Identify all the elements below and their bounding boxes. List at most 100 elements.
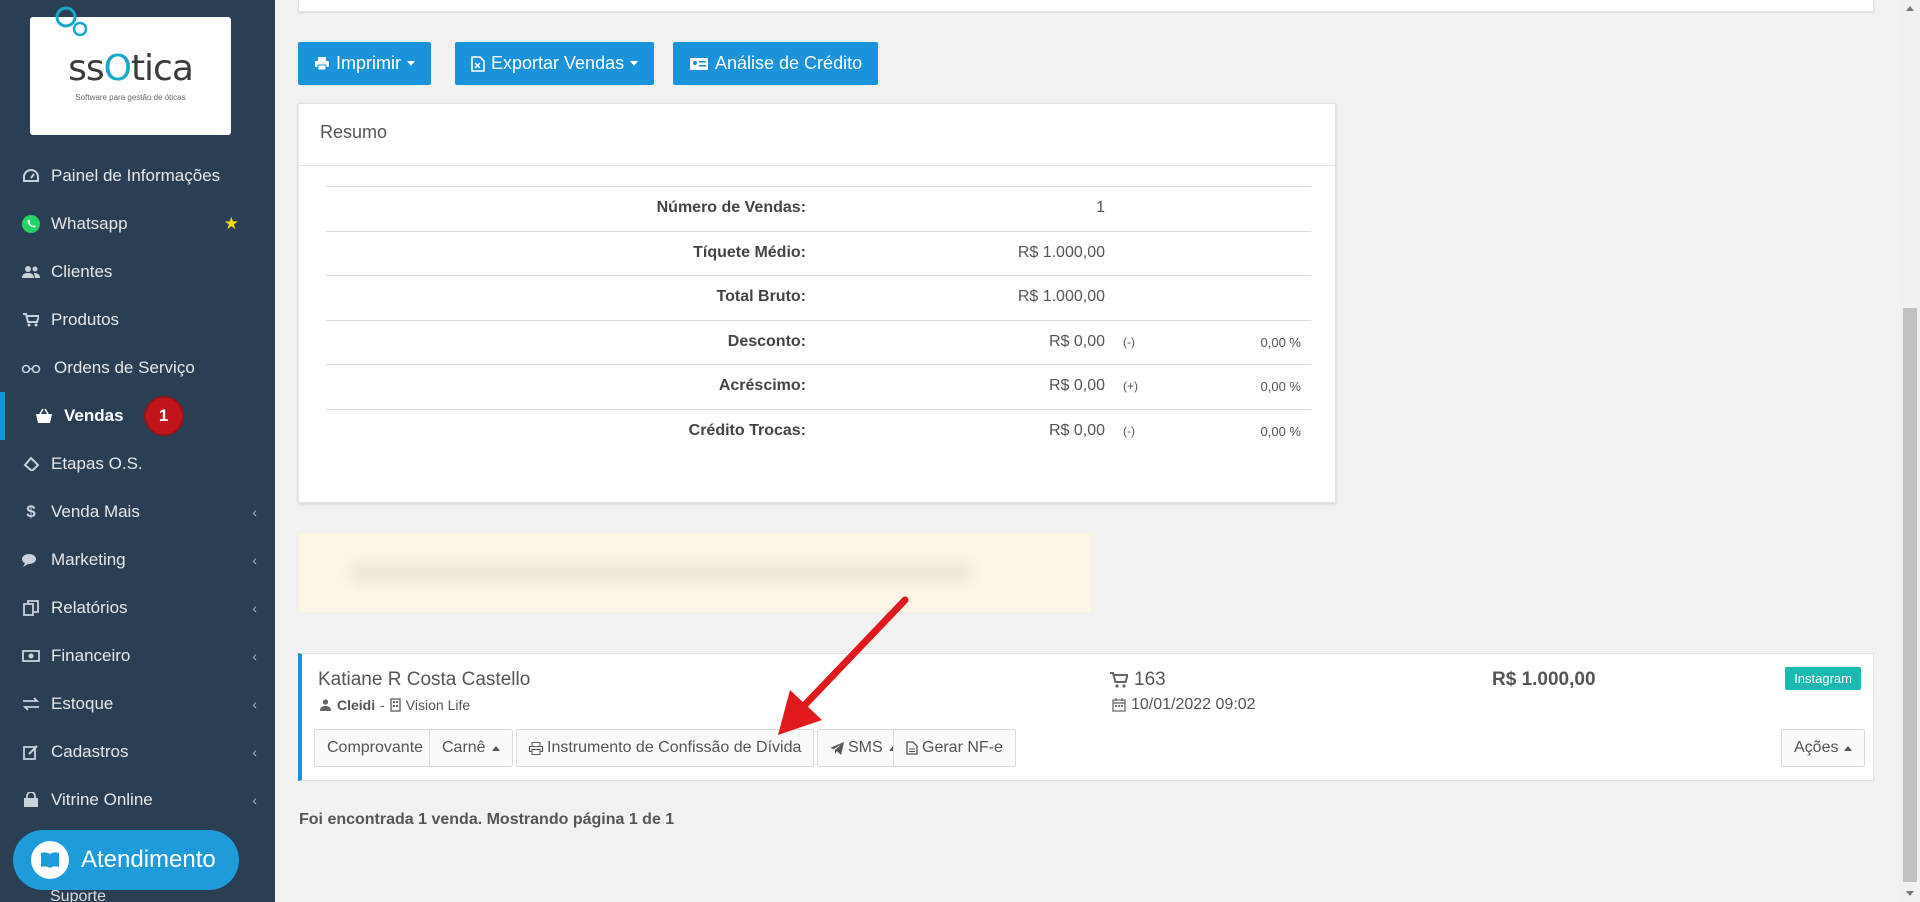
atendimento-label: Atendimento — [81, 846, 216, 873]
sidebar-item-label: Whatsapp — [51, 214, 128, 233]
chevron-left-icon: ‹ — [252, 792, 257, 808]
chat-icon — [20, 549, 42, 571]
dollar-icon: $ — [26, 502, 36, 521]
users-icon — [20, 261, 42, 283]
venda-data: 10/01/2022 09:02 — [1112, 696, 1256, 714]
sidebar-item-painel[interactable]: Painel de Informações — [0, 152, 275, 200]
row-value: R$ 1.000,00 — [1017, 243, 1105, 261]
whatsapp-icon — [20, 213, 42, 235]
scroll-down-icon[interactable] — [1906, 891, 1914, 896]
user-icon — [320, 699, 331, 711]
row-percent: 0,00 % — [1260, 379, 1301, 394]
row-value: R$ 0,00 — [1048, 332, 1105, 350]
venda-data-value: 10/01/2022 09:02 — [1131, 696, 1256, 713]
imprimir-label: Imprimir — [336, 53, 401, 73]
row-label: Crédito Trocas: — [688, 421, 806, 439]
venda-total: R$ 1.000,00 — [1492, 669, 1596, 690]
star-icon: ★ — [223, 214, 239, 233]
sidebar-item-venda-mais[interactable]: $ Venda Mais ‹ — [0, 488, 275, 536]
scroll-thumb[interactable] — [1903, 308, 1917, 882]
top-panel — [298, 0, 1874, 12]
analise-credito-button[interactable]: Análise de Crédito — [673, 42, 879, 85]
cliente-name[interactable]: Katiane R Costa Castello — [318, 669, 530, 691]
chevron-left-icon: ‹ — [252, 744, 257, 760]
separator: - — [380, 697, 385, 713]
file-excel-icon — [471, 55, 485, 72]
row-label: Número de Vendas: — [656, 199, 806, 216]
sidebar-item-label: Venda Mais — [51, 502, 140, 521]
sidebar-item-label: Produtos — [51, 310, 120, 329]
sidebar-item-vitrine-online[interactable]: Vitrine Online ‹ — [0, 776, 275, 824]
row-sign: (+) — [1123, 379, 1138, 393]
sidebar-item-label: Relatórios — [51, 598, 128, 617]
sidebar-item-label: Vitrine Online — [51, 790, 153, 809]
copy-icon — [20, 597, 42, 619]
book-icon — [31, 841, 69, 879]
sidebar-item-produtos[interactable]: Produtos — [0, 296, 275, 344]
sidebar-item-financeiro[interactable]: Financeiro ‹ — [0, 632, 275, 680]
row-sign: (-) — [1123, 334, 1135, 349]
notification-badge: 1 — [145, 398, 182, 434]
sidebar-item-label: Ordens de Serviço — [54, 358, 195, 377]
sidebar-item-label: Financeiro — [51, 646, 131, 665]
paper-plane-icon — [830, 741, 844, 755]
logo-word: ssOtica — [68, 47, 194, 89]
exportar-vendas-button[interactable]: Exportar Vendas — [455, 42, 655, 85]
carne-label: Carnê — [442, 739, 486, 756]
sidebar-item-suporte[interactable]: Suporte — [50, 888, 106, 902]
sidebar-item-estoque[interactable]: Estoque ‹ — [0, 680, 275, 728]
scroll-up-icon[interactable] — [1906, 6, 1914, 11]
exchange-icon — [20, 693, 42, 715]
calendar-icon — [1112, 698, 1126, 712]
table-row: Total Bruto: R$ 1.000,00 — [326, 275, 1311, 320]
file-icon — [906, 741, 918, 755]
chevron-left-icon: ‹ — [252, 504, 257, 520]
results-summary: Foi encontrada 1 venda. Mostrando página… — [299, 811, 675, 828]
dashboard-icon — [20, 165, 42, 187]
sidebar-item-label: Clientes — [51, 262, 113, 281]
chevron-left-icon: ‹ — [252, 552, 257, 568]
sidebar-item-whatsapp[interactable]: Whatsapp ★ — [0, 200, 275, 248]
glasses-icon — [20, 357, 42, 379]
sidebar-item-clientes[interactable]: Clientes — [0, 248, 275, 296]
sidebar-item-etapas-os[interactable]: Etapas O.S. — [0, 440, 275, 488]
building-icon — [390, 698, 401, 712]
imprimir-button[interactable]: Imprimir — [298, 42, 431, 85]
table-row: Número de Vendas: 1 — [326, 186, 1311, 231]
instrumento-label: Instrumento de Confissão de Dívida — [547, 739, 802, 756]
sidebar-item-ordens-servico[interactable]: Ordens de Serviço — [0, 344, 275, 392]
caret-down-icon — [407, 61, 415, 66]
row-value: 1 — [1096, 199, 1105, 216]
logo-tagline: Software para gestão de óticas — [75, 92, 186, 102]
nfe-label: Gerar NF-e — [922, 739, 1003, 756]
sidebar-item-label: Marketing — [51, 550, 126, 569]
sidebar-item-label: Etapas O.S. — [51, 454, 143, 473]
comprovante-label: Comprovante — [327, 739, 424, 756]
caret-up-icon — [491, 745, 500, 751]
venda-numero: 163 — [1110, 669, 1166, 691]
chevron-left-icon: ‹ — [252, 696, 257, 712]
logo[interactable]: ssOtica Software para gestão de óticas — [30, 6, 231, 135]
sidebar-item-relatorios[interactable]: Relatórios ‹ — [0, 584, 275, 632]
annotation-arrow-icon — [778, 596, 909, 735]
sidebar-item-vendas[interactable]: Vendas 1 — [0, 392, 275, 440]
sidebar-item-label: Painel de Informações — [51, 166, 221, 185]
row-value: R$ 1.000,00 — [1017, 288, 1105, 305]
origem-badge: Instagram — [1785, 667, 1861, 690]
venda-subline: Cleidi - Vision Life — [320, 697, 470, 713]
table-row: Acréscimo: R$ 0,00 (+) 0,00 % — [326, 364, 1311, 409]
chevron-left-icon: ‹ — [252, 648, 257, 664]
acoes-button[interactable]: Ações — [1781, 729, 1866, 767]
ticket-icon — [20, 453, 42, 475]
page-scrollbar[interactable] — [1900, 0, 1920, 902]
sidebar-item-cadastros[interactable]: Cadastros ‹ — [0, 728, 275, 776]
atendimento-button[interactable]: Atendimento — [13, 830, 239, 890]
sidebar-item-label: Estoque — [51, 694, 114, 713]
caret-down-icon — [630, 61, 639, 66]
sms-label: SMS — [848, 739, 883, 756]
sidebar-item-marketing[interactable]: Marketing ‹ — [0, 536, 275, 584]
exportar-label: Exportar Vendas — [491, 53, 625, 73]
row-percent: 0,00 % — [1260, 423, 1301, 439]
basket-icon — [33, 405, 55, 427]
carne-button[interactable]: Carnê — [429, 729, 513, 767]
